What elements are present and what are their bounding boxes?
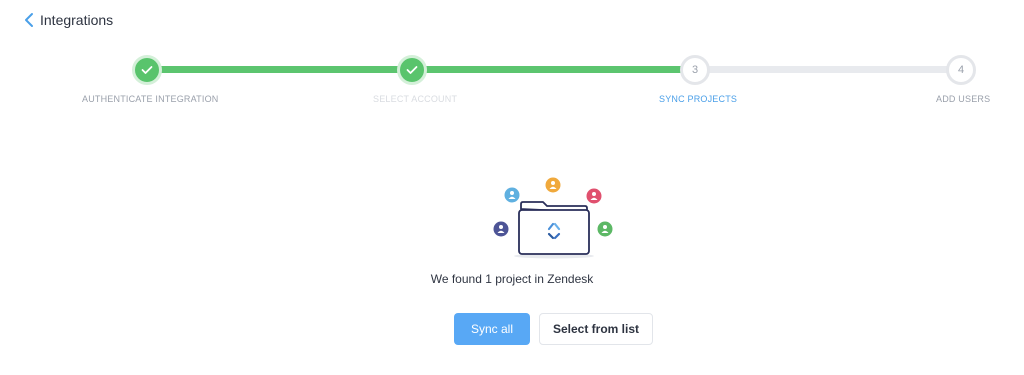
sync-all-button[interactable]: Sync all: [454, 313, 530, 345]
step-2-label: SELECT ACCOUNT: [373, 94, 458, 104]
step-1-label: AUTHENTICATE INTEGRATION: [82, 94, 219, 104]
step-2-complete: [397, 55, 427, 85]
step-3-number: 3: [691, 64, 699, 76]
step-3-label: SYNC PROJECTS: [659, 94, 738, 104]
folder-with-users-illustration: [493, 177, 613, 259]
step-4-indicator: 4: [946, 55, 976, 85]
step-4-label: ADD USERS: [936, 94, 991, 104]
result-message: We found 1 project in Zendesk: [430, 272, 594, 286]
checkmark-icon: [406, 66, 418, 74]
user-avatar-icon: [597, 221, 613, 237]
checkmark-icon: [141, 66, 153, 74]
user-avatar-icon: [493, 221, 509, 237]
step-1-complete: [132, 55, 162, 85]
step-4-number: 4: [957, 64, 965, 76]
user-avatar-icon: [586, 188, 602, 204]
step-3-indicator: 3: [680, 55, 710, 85]
stepper-track-remaining: [695, 66, 961, 73]
select-from-list-button[interactable]: Select from list: [539, 313, 653, 345]
progress-stepper: 3 4 AUTHENTICATE INTEGRATION SELECT ACCO…: [0, 0, 1024, 120]
user-avatar-icon: [504, 187, 520, 203]
user-avatar-icon: [545, 177, 561, 193]
